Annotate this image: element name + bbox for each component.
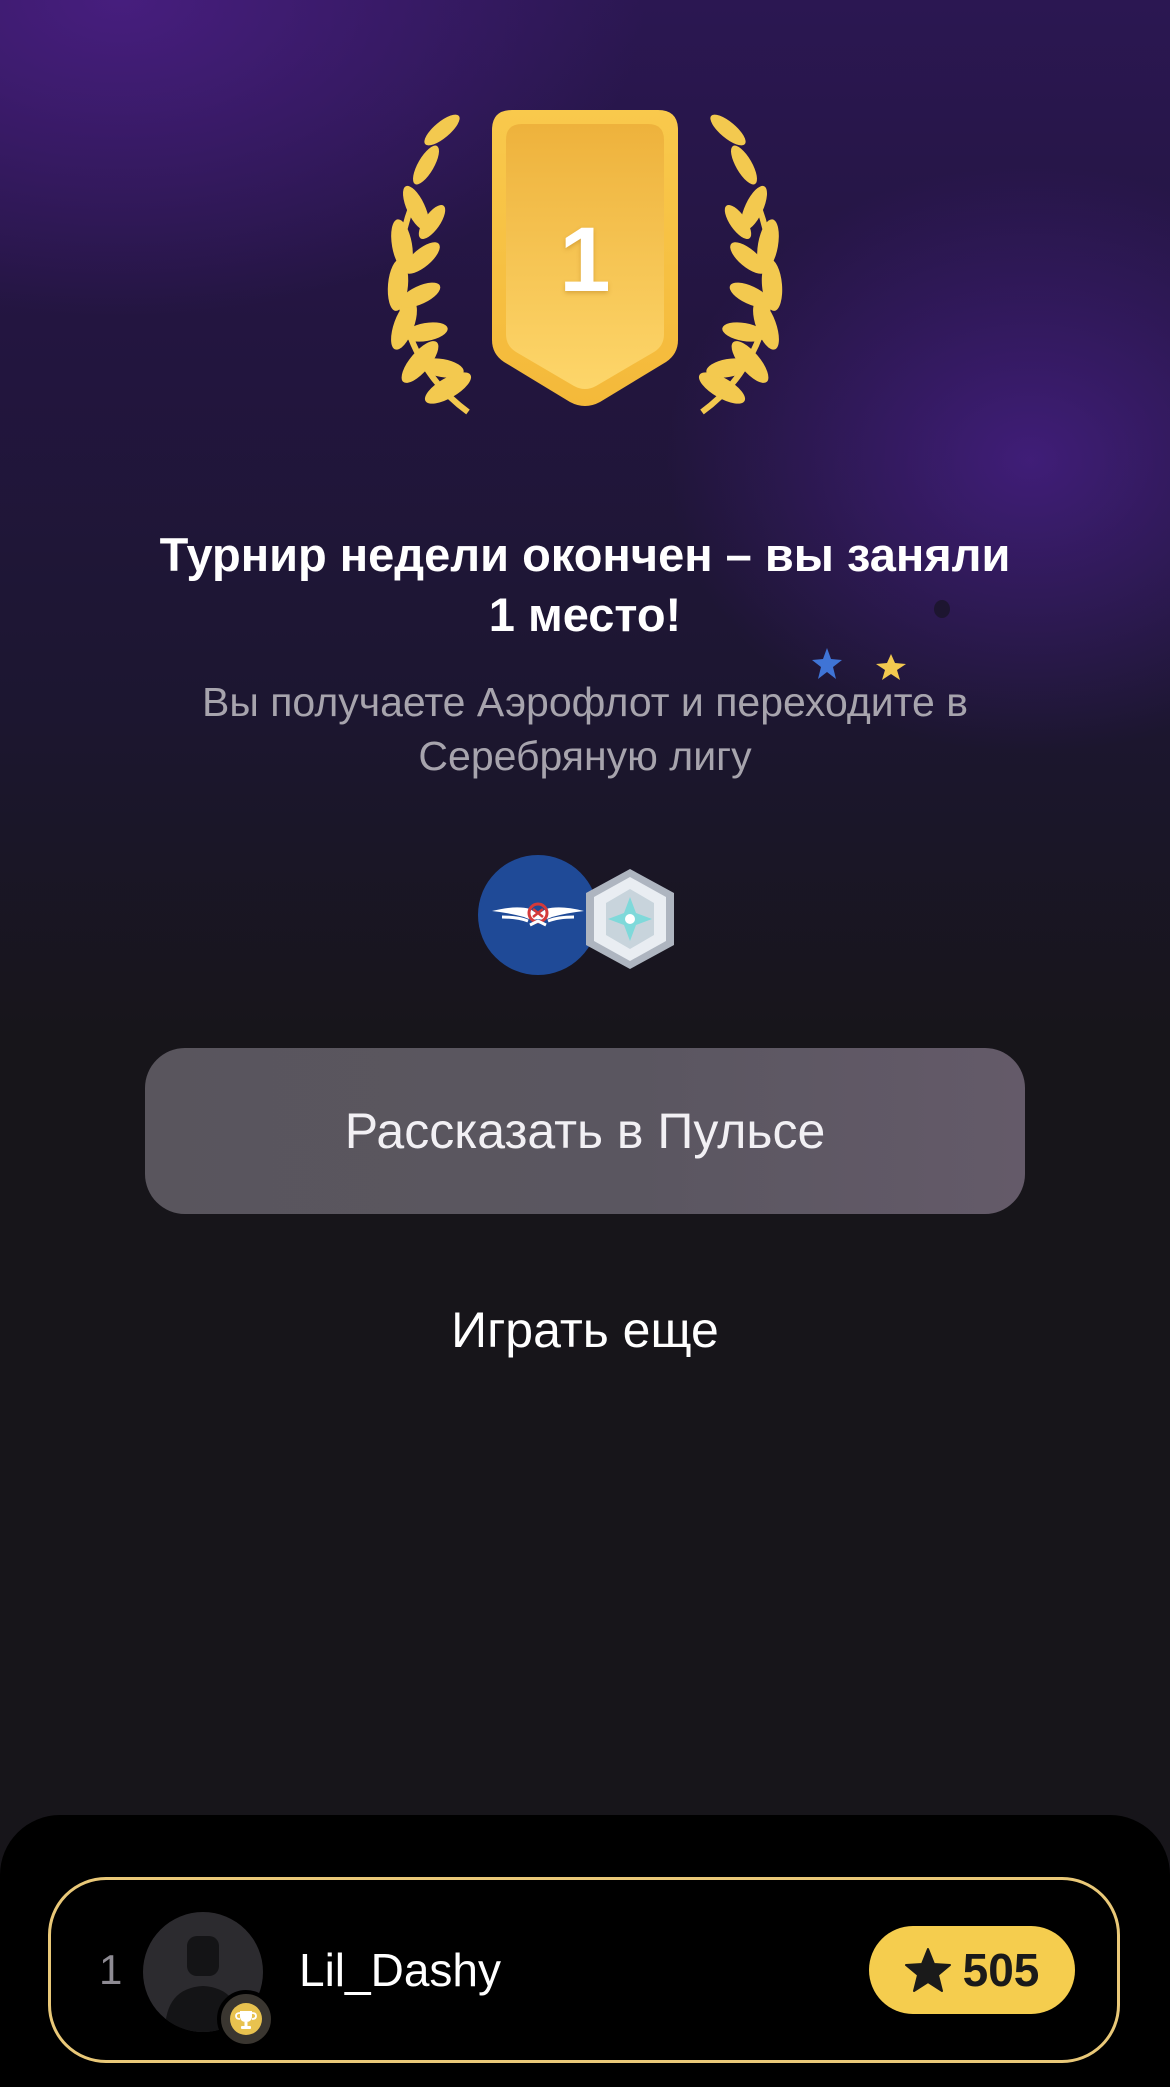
silver-league-badge-icon xyxy=(582,867,678,971)
rank-number: 1 xyxy=(99,1946,123,1993)
username: Lil_Dashy xyxy=(299,1944,501,1996)
result-title: Турнир недели окончен – вы заняли 1 мест… xyxy=(159,528,1011,641)
play-again-button[interactable]: Играть еще xyxy=(335,1290,835,1370)
my-leaderboard-row[interactable]: 1 Lil_Dashy 505 xyxy=(48,1877,1120,2063)
aeroflot-logo-icon xyxy=(478,855,598,975)
star-icon xyxy=(904,1948,951,1992)
score-badge: 505 xyxy=(869,1926,1075,2014)
score-value: 505 xyxy=(962,1944,1040,1996)
share-in-pulse-button[interactable]: Рассказать в Пульсе xyxy=(145,1048,1025,1214)
rewards-group xyxy=(478,855,688,975)
place-hero: 1 xyxy=(350,110,820,430)
place-number: 1 xyxy=(559,209,611,311)
trophy-icon xyxy=(217,1990,275,2048)
result-subtitle: Вы получаете Аэрофлот и переходите в Сер… xyxy=(202,679,968,779)
